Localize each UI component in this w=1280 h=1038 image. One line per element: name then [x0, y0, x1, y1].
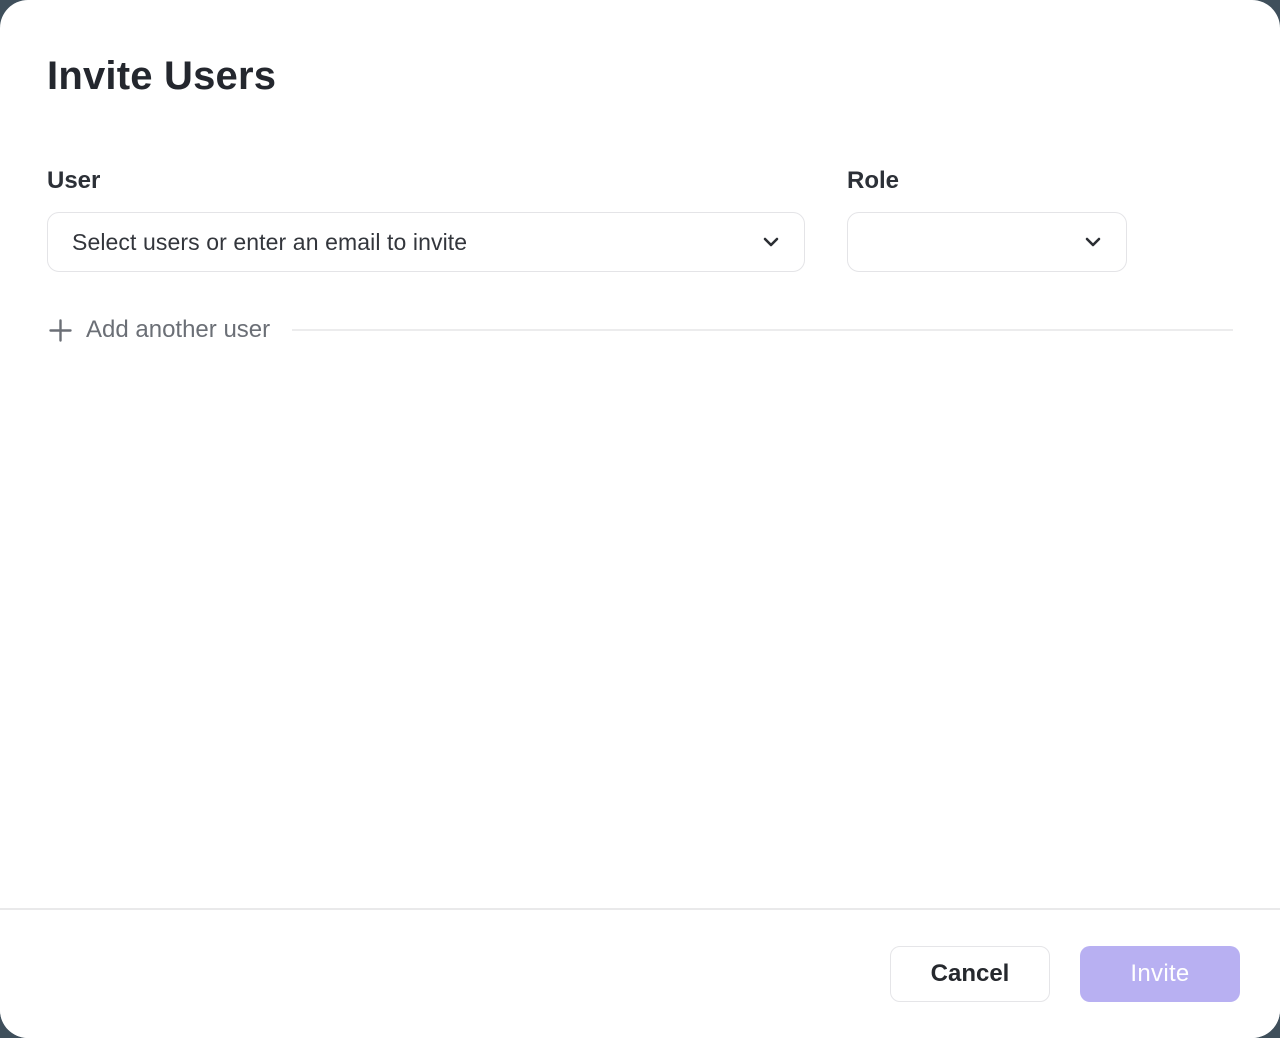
plus-icon: [47, 317, 74, 344]
add-another-user-button[interactable]: Add another user: [47, 316, 270, 344]
role-field: Role: [847, 166, 1127, 272]
modal-title: Invite Users: [47, 52, 1233, 100]
invite-users-modal: Invite Users User Select users or enter …: [0, 0, 1280, 1038]
user-label: User: [47, 166, 805, 196]
user-select[interactable]: Select users or enter an email to invite: [47, 212, 805, 272]
user-select-placeholder: Select users or enter an email to invite: [72, 229, 467, 256]
role-label: Role: [847, 166, 1127, 196]
role-select[interactable]: [847, 212, 1127, 272]
modal-footer: Cancel Invite: [0, 908, 1280, 1038]
chevron-down-icon: [760, 231, 782, 253]
divider: [292, 329, 1233, 331]
add-another-user-row: Add another user: [47, 316, 1233, 344]
user-role-row: User Select users or enter an email to i…: [47, 166, 1233, 272]
user-field: User Select users or enter an email to i…: [47, 166, 805, 272]
add-another-user-label: Add another user: [86, 316, 270, 344]
invite-button[interactable]: Invite: [1080, 946, 1240, 1002]
backdrop: { "modal": { "title": "Invite Users", "f…: [0, 0, 1280, 1038]
cancel-button[interactable]: Cancel: [890, 946, 1050, 1002]
chevron-down-icon: [1082, 231, 1104, 253]
